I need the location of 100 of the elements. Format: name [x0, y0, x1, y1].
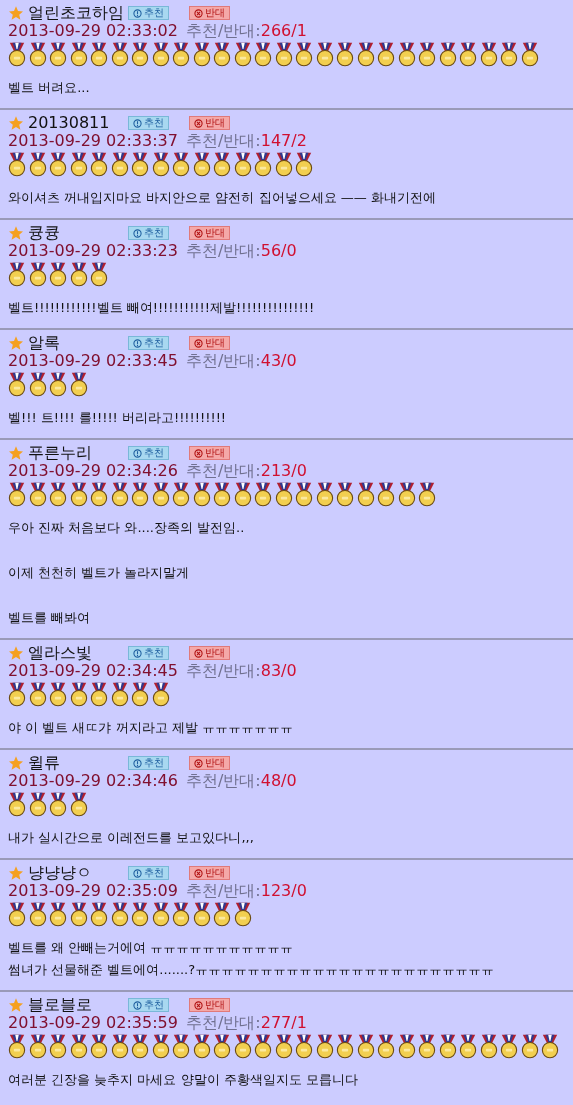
oppose-button[interactable]: 반대 [189, 866, 230, 880]
medal-icon [397, 481, 416, 508]
medal-icon [49, 1033, 67, 1060]
alert-icon [133, 338, 142, 348]
star-icon [8, 755, 24, 771]
star-icon [8, 865, 24, 881]
recommend-button[interactable]: 추천 [128, 6, 169, 20]
oppose-button[interactable]: 반대 [189, 446, 230, 460]
medal-icon [336, 481, 354, 508]
medal-icon [295, 151, 313, 178]
medal-icon [8, 901, 26, 928]
medal-icon [295, 1033, 313, 1060]
medal-icon [151, 481, 170, 508]
medal-icon [151, 1033, 170, 1060]
oppose-button[interactable]: 반대 [189, 646, 230, 660]
cancel-icon [194, 758, 203, 768]
comment-time: 2013-09-29 02:33:37 [8, 132, 178, 150]
comment-text: 와이셔츠 꺼내입지마요 바지안으로 얌전히 집어넣으세요 —— 화내기전에 [8, 190, 437, 206]
votes-label: 추천/반대: [185, 772, 261, 790]
medal-icon [110, 901, 129, 928]
medal-icon [274, 481, 293, 508]
medal-icon [295, 481, 313, 508]
votes-label: 추천/반대: [185, 462, 261, 480]
cancel-icon [194, 448, 203, 458]
oppose-button[interactable]: 반대 [189, 998, 230, 1012]
alert-icon [133, 8, 142, 18]
recommend-button[interactable]: 추천 [128, 446, 169, 460]
medal-icon [151, 41, 170, 68]
medal-icon [69, 481, 88, 508]
medal-icon [520, 41, 539, 68]
vote-count: 48/0 [260, 772, 297, 790]
comment-text: 우아 진짜 처음보다 와....장족의 발전임.. [8, 520, 246, 536]
comment-text: 썸녀가 선물해준 벨트에여.......?ㅠㅠㅠㅠㅠㅠㅠㅠㅠㅠㅠㅠㅠㅠㅠㅠㅠㅠㅠㅠㅠㅠㅠ [8, 962, 496, 978]
medal-icon [8, 151, 26, 178]
medal-icon [110, 41, 129, 68]
medal-icon [69, 371, 88, 398]
votes-label: 추천/반대: [185, 132, 261, 150]
medal-icon [233, 151, 252, 178]
cancel-icon [194, 228, 203, 238]
medal-icon [131, 1033, 149, 1060]
medal-icon [90, 151, 108, 178]
cancel-icon [194, 8, 203, 18]
vote-count: 56/0 [260, 242, 297, 260]
medal-icon [213, 41, 231, 68]
alert-icon [133, 648, 142, 658]
oppose-button[interactable]: 반대 [189, 116, 230, 130]
recommend-button[interactable]: 추천 [128, 116, 169, 130]
medal-icon [315, 41, 334, 68]
medal-icon [69, 151, 88, 178]
oppose-button[interactable]: 반대 [189, 756, 230, 770]
medal-icon [49, 261, 67, 288]
oppose-button[interactable]: 반대 [189, 6, 230, 20]
comment-text: 여러분 긴장을 늦추지 마세요 양말이 주황색일지도 모릅니다 [8, 1072, 359, 1088]
medal-icon [274, 41, 293, 68]
alert-icon [133, 758, 142, 768]
medal-icon [315, 1033, 334, 1060]
votes-label: 추천/반대: [185, 242, 261, 260]
medal-icon [28, 901, 47, 928]
medal-icon [90, 1033, 108, 1060]
recommend-button[interactable]: 추천 [128, 998, 169, 1012]
medal-icon [131, 901, 149, 928]
medal-icon [356, 41, 375, 68]
medal-icon [336, 41, 354, 68]
oppose-button[interactable]: 반대 [189, 226, 230, 240]
medal-icon [8, 1033, 26, 1060]
vote-count: 277/1 [260, 1014, 307, 1032]
author-name: 푸른누리 [28, 444, 93, 462]
medal-icon [213, 901, 231, 928]
medal-icon [131, 151, 149, 178]
oppose-button[interactable]: 반대 [189, 336, 230, 350]
alert-icon [133, 228, 142, 238]
medal-icon [192, 41, 211, 68]
medal-icon [233, 901, 252, 928]
medal-icon [90, 41, 108, 68]
medal-icon [8, 481, 26, 508]
medal-icon [8, 681, 26, 708]
comment-text: 벨!!! 트!!!! 를!!!!! 버리라고!!!!!!!!!! [8, 410, 228, 426]
medal-icon [397, 41, 416, 68]
recommend-button[interactable]: 추천 [128, 226, 169, 240]
medal-icon [131, 681, 149, 708]
medal-icon [213, 1033, 231, 1060]
medal-icon [520, 1033, 539, 1060]
medal-icon [110, 481, 129, 508]
medal-icon [8, 371, 26, 398]
medal-icon [254, 481, 272, 508]
recommend-button[interactable]: 추천 [128, 756, 169, 770]
medal-icon [192, 151, 211, 178]
medal-icon [254, 151, 272, 178]
recommend-button[interactable]: 추천 [128, 866, 169, 880]
recommend-button[interactable]: 추천 [128, 646, 169, 660]
comment-time: 2013-09-29 02:33:45 [8, 352, 178, 370]
medal-icon [69, 901, 88, 928]
medal-icon [233, 481, 252, 508]
medal-icon [479, 1033, 498, 1060]
star-icon [8, 445, 24, 461]
medal-icon [28, 1033, 47, 1060]
medal-icon [8, 41, 26, 68]
recommend-button[interactable]: 추천 [128, 336, 169, 350]
medal-icon [69, 41, 88, 68]
medal-icon [151, 681, 170, 708]
